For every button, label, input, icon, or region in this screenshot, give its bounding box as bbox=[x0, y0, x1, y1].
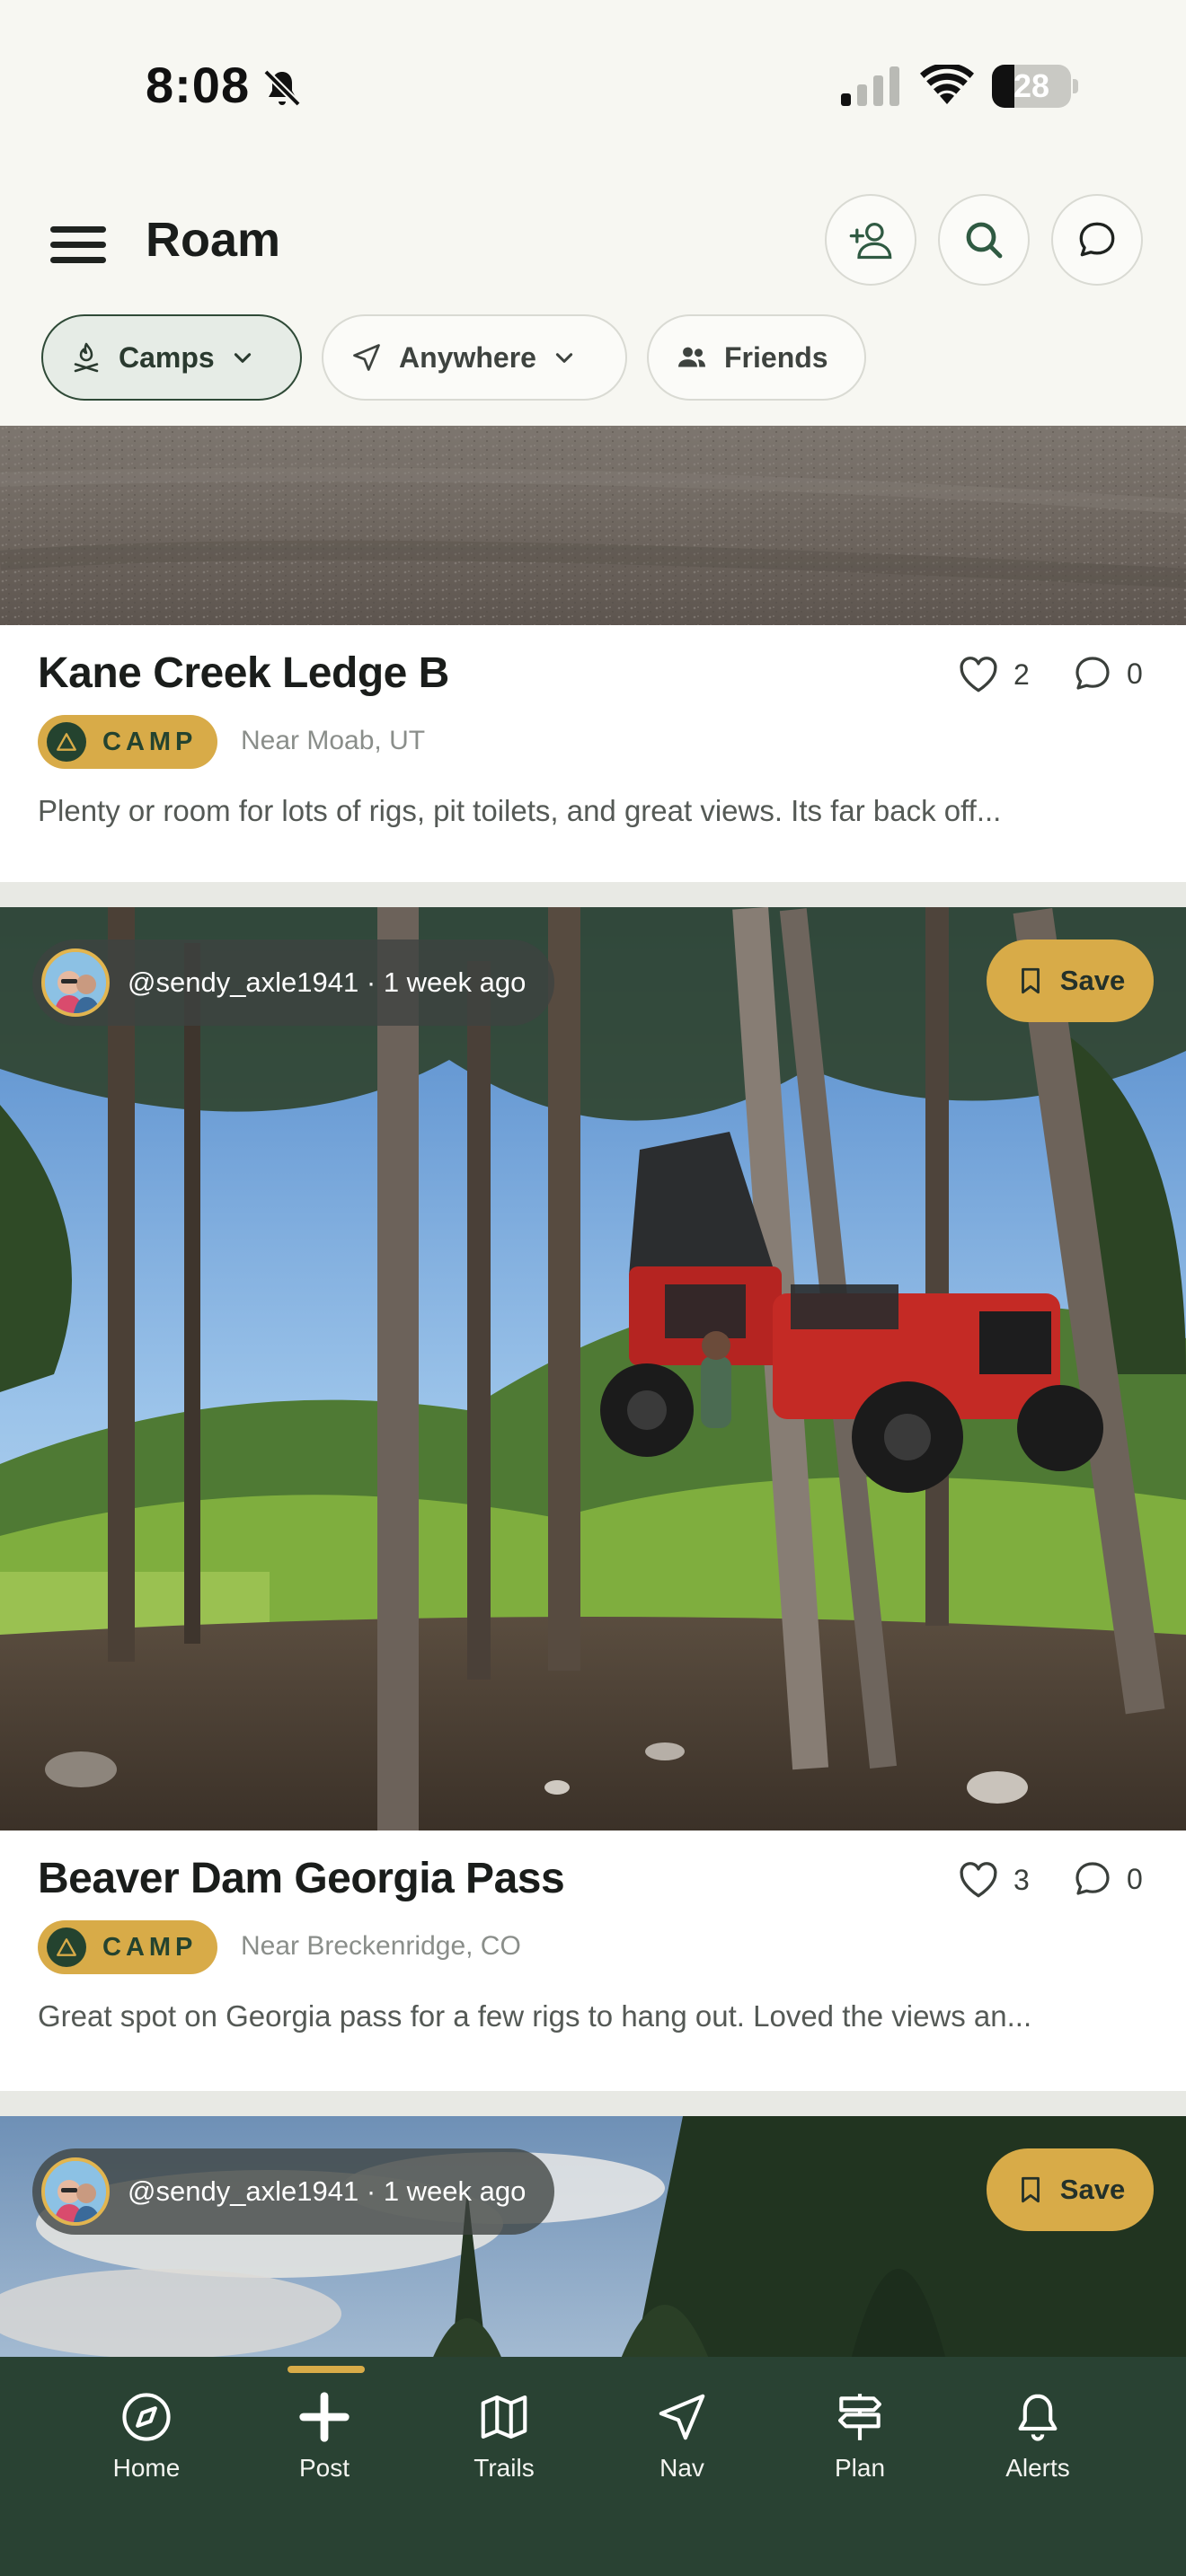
tab-plan[interactable]: Plan bbox=[783, 2384, 936, 2501]
map-icon bbox=[481, 2395, 527, 2439]
filter-friends-chip[interactable]: Friends bbox=[647, 314, 866, 401]
avatar-photo bbox=[45, 2161, 106, 2222]
chat-bubble-icon bbox=[1079, 222, 1115, 257]
tab-trails-label: Trails bbox=[474, 2454, 535, 2482]
app-header: Roam Camps Anywhere Friends bbox=[0, 171, 1186, 426]
filter-anywhere-label: Anywhere bbox=[399, 340, 536, 374]
post-meta: @sendy_axle1941 · 1 week ago bbox=[128, 2175, 527, 2207]
messages-button[interactable] bbox=[1051, 194, 1143, 286]
gravel-road-photo bbox=[0, 426, 1186, 625]
feed-card[interactable]: @sendy_axle1941 · 1 week ago Save Beaver… bbox=[0, 907, 1186, 2091]
avatar-photo bbox=[45, 952, 106, 1013]
app-title: Roam bbox=[146, 213, 281, 267]
save-label: Save bbox=[1059, 2174, 1126, 2205]
campfire-icon bbox=[74, 342, 99, 373]
compass-icon bbox=[122, 2393, 171, 2441]
spot-title[interactable]: Beaver Dam Georgia Pass bbox=[38, 1854, 565, 1903]
comment-icon bbox=[1075, 1862, 1110, 1895]
battery-percent: 28 bbox=[1013, 67, 1050, 104]
status-bar: 8:08 28 bbox=[0, 0, 1186, 171]
comment-count: 0 bbox=[1127, 1862, 1143, 1895]
bell-slash-icon bbox=[263, 69, 301, 107]
camp-badge: CAMP bbox=[38, 715, 217, 769]
badge-label: CAMP bbox=[102, 727, 198, 756]
search-button[interactable] bbox=[938, 194, 1030, 286]
bookmark-icon bbox=[1021, 967, 1040, 994]
tab-alerts-label: Alerts bbox=[1005, 2454, 1070, 2482]
description-text: Plenty or room for lots of rigs, pit toi… bbox=[38, 794, 1002, 827]
post-photo[interactable]: @sendy_axle1941 · 1 week ago Save bbox=[0, 907, 1186, 1831]
tab-home-label: Home bbox=[112, 2454, 181, 2482]
post-meta: @sendy_axle1941 · 1 week ago bbox=[128, 966, 527, 998]
location-text: Near Breckenridge, CO bbox=[241, 1931, 521, 1961]
filter-anywhere-chip[interactable]: Anywhere bbox=[322, 314, 627, 401]
comment-icon bbox=[1075, 657, 1110, 690]
badge-label: CAMP bbox=[102, 1932, 198, 1962]
filter-friends-label: Friends bbox=[724, 340, 828, 374]
like-button[interactable]: 3 bbox=[956, 1857, 1030, 1902]
avatar[interactable] bbox=[41, 948, 110, 1017]
signpost-icon bbox=[837, 2394, 882, 2440]
bottom-tab-bar: Home Post Trails Nav Plan Alerts bbox=[0, 2357, 1186, 2576]
filter-camps-label: Camps bbox=[119, 340, 215, 374]
comment-button[interactable]: 0 bbox=[1071, 1857, 1143, 1901]
tab-trails[interactable]: Trails bbox=[428, 2384, 580, 2501]
like-button[interactable]: 2 bbox=[956, 652, 1030, 697]
battery-indicator: 28 bbox=[992, 65, 1078, 108]
plus-icon bbox=[299, 2392, 350, 2442]
description-text: Great spot on Georgia pass for a few rig… bbox=[38, 1999, 1032, 2033]
feed-card[interactable]: Kane Creek Ledge B 2 0 CAMP Near Moab, U… bbox=[0, 426, 1186, 882]
heart-icon bbox=[960, 657, 997, 693]
location-text: Near Moab, UT bbox=[241, 726, 426, 755]
save-label: Save bbox=[1059, 965, 1126, 996]
like-count: 3 bbox=[1013, 1863, 1030, 1896]
search-icon bbox=[966, 222, 1003, 259]
tab-nav[interactable]: Nav bbox=[606, 2384, 758, 2501]
tab-post-label: Post bbox=[298, 2454, 350, 2482]
bookmark-icon bbox=[1021, 2176, 1040, 2203]
bell-icon bbox=[1018, 2394, 1058, 2441]
comment-button[interactable]: 0 bbox=[1071, 652, 1143, 695]
add-friend-icon bbox=[849, 223, 892, 260]
post-photo[interactable]: @sendy_axle1941 · 1 week ago Save bbox=[0, 2116, 1186, 2357]
add-friend-button[interactable] bbox=[825, 194, 916, 286]
people-icon bbox=[678, 347, 705, 367]
tab-alerts[interactable]: Alerts bbox=[961, 2384, 1114, 2501]
filter-camps-chip[interactable]: Camps bbox=[41, 314, 302, 401]
location-arrow-icon bbox=[353, 344, 380, 371]
like-count: 2 bbox=[1013, 657, 1030, 691]
feed-list[interactable]: Kane Creek Ledge B 2 0 CAMP Near Moab, U… bbox=[0, 426, 1186, 2357]
tab-post[interactable]: Post bbox=[248, 2384, 401, 2501]
avatar[interactable] bbox=[41, 2157, 110, 2226]
tab-plan-label: Plan bbox=[834, 2454, 886, 2482]
post-author-pill[interactable]: @sendy_axle1941 · 1 week ago bbox=[32, 2148, 555, 2235]
comment-count: 0 bbox=[1127, 657, 1143, 690]
chevron-down-icon bbox=[234, 353, 251, 363]
tent-icon bbox=[47, 722, 86, 762]
tab-nav-label: Nav bbox=[659, 2454, 704, 2482]
camp-badge: CAMP bbox=[38, 1920, 217, 1974]
wifi-icon bbox=[920, 65, 974, 104]
save-button[interactable]: Save bbox=[987, 2148, 1154, 2231]
menu-icon[interactable] bbox=[47, 217, 110, 271]
navigation-arrow-icon bbox=[659, 2394, 705, 2440]
cellular-signal-icon bbox=[841, 66, 899, 106]
post-photo[interactable] bbox=[0, 426, 1186, 625]
tab-home[interactable]: Home bbox=[70, 2384, 223, 2501]
spot-title[interactable]: Kane Creek Ledge B bbox=[38, 648, 449, 698]
status-time: 8:08 bbox=[146, 57, 251, 113]
active-tab-indicator bbox=[288, 2366, 365, 2373]
post-author-pill[interactable]: @sendy_axle1941 · 1 week ago bbox=[32, 940, 555, 1026]
chevron-down-icon bbox=[555, 353, 573, 363]
tent-icon bbox=[47, 1928, 86, 1967]
forest-camp-photo bbox=[0, 907, 1186, 1831]
heart-icon bbox=[960, 1862, 997, 1898]
feed-card[interactable]: @sendy_axle1941 · 1 week ago Save bbox=[0, 2116, 1186, 2357]
save-button[interactable]: Save bbox=[987, 940, 1154, 1022]
